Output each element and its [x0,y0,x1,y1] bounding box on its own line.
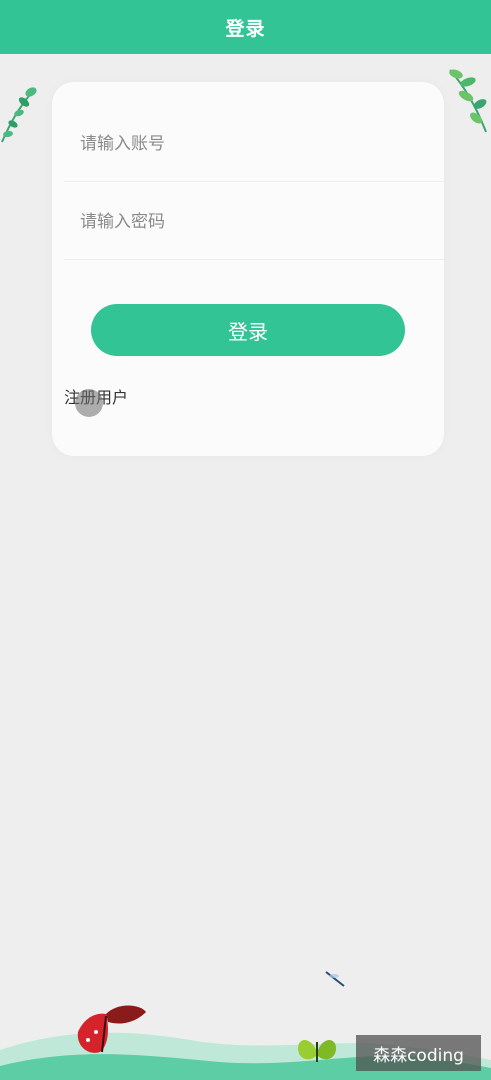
red-butterfly-icon [77,1005,146,1053]
login-button[interactable]: 登录 [91,304,405,356]
dragonfly-icon [325,971,345,987]
watermark-badge: 森森coding [356,1035,481,1071]
leaf-branch-icon [449,69,487,133]
page-title: 登录 [225,17,266,40]
green-butterfly-icon [298,1040,336,1062]
login-card: 登录 注册用户 [52,82,444,456]
touch-indicator [75,389,103,417]
watermark-text: 森森coding [373,1045,464,1066]
account-field[interactable] [64,106,444,182]
password-field[interactable] [64,184,444,260]
account-input[interactable] [78,132,422,155]
app-header: 登录 [0,0,491,54]
leaf-branch-icon [1,87,37,143]
password-input[interactable] [78,210,422,233]
